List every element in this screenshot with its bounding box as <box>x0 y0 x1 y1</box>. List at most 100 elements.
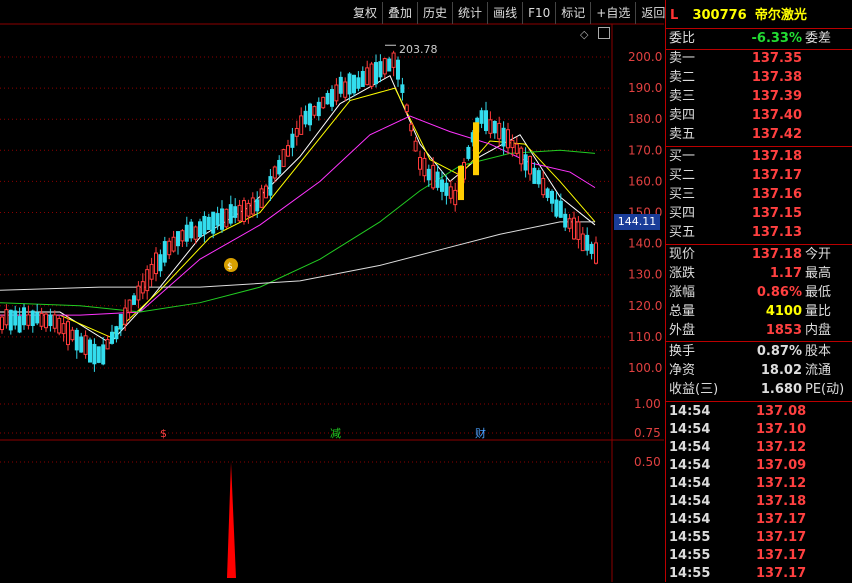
candle-body <box>343 81 348 98</box>
tick-row: 14:55 137.17 <box>666 565 852 583</box>
price-tick-label: 100.0 <box>628 361 662 375</box>
add-favorite-button[interactable]: +自选 <box>590 2 635 24</box>
quote-row: 现价 137.18 今开 <box>669 247 832 262</box>
sub-tick-label: 0.50 <box>634 455 661 469</box>
candle-body <box>528 155 532 175</box>
candle-body <box>171 236 176 252</box>
settings-icon[interactable] <box>598 27 610 39</box>
candle-body <box>246 202 251 217</box>
candle-body <box>435 171 440 188</box>
sell-row: 卖一 137.35 <box>669 51 802 66</box>
candle-body <box>580 233 585 252</box>
candle-body <box>176 231 180 247</box>
candle-body <box>567 218 572 229</box>
candle-body <box>17 316 22 333</box>
candle-body <box>356 77 361 89</box>
statistics-button[interactable]: 统计 <box>452 2 487 24</box>
candle-body <box>140 281 145 294</box>
candle-body <box>268 176 273 196</box>
candle-body <box>48 314 53 327</box>
candle-body <box>215 213 220 226</box>
candle-body <box>39 312 44 327</box>
tick-price: 137.12 <box>756 440 807 455</box>
candle-body <box>585 234 590 251</box>
buy-row: 买一 137.18 <box>669 149 802 164</box>
svg-text:$: $ <box>227 262 233 272</box>
tick-time: 14:55 <box>669 548 711 563</box>
sell-row: 卖三 137.39 <box>669 89 802 104</box>
restore-rights-button[interactable]: 复权 <box>348 2 382 24</box>
tick-row: 14:54 137.10 <box>666 421 852 439</box>
diamond-icon[interactable]: ◇ <box>580 28 588 41</box>
money-bag-icon[interactable]: $ <box>224 258 238 272</box>
candle-body <box>431 164 436 189</box>
candle-body <box>589 243 594 254</box>
tick-time: 14:54 <box>669 476 711 491</box>
candle-body <box>211 211 216 234</box>
candle-body <box>228 204 233 224</box>
candle-body <box>4 309 9 326</box>
kline-chart[interactable]: 200.0190.0180.0170.0160.0150.0140.0130.0… <box>0 0 664 582</box>
history-button[interactable]: 历史 <box>417 2 452 24</box>
candle-body <box>123 307 128 325</box>
candle-body <box>158 254 163 272</box>
candle-body <box>550 190 554 204</box>
candle-body <box>0 316 4 331</box>
candle-body <box>224 208 229 228</box>
candle-body <box>299 115 304 135</box>
sub-tick-label: 0.75 <box>634 426 661 440</box>
fund-row: 收益(三) 1.680 PE(动) <box>669 382 845 397</box>
candle-body <box>233 206 238 218</box>
candle-body <box>479 110 484 124</box>
buy-row: 买五 137.13 <box>669 225 802 240</box>
price-tick-label: 160.0 <box>628 174 662 188</box>
tick-price: 137.17 <box>756 566 807 581</box>
current-price-tag: 144.11 <box>614 214 660 230</box>
quote-row: 涨幅 0.86% 最低 <box>669 285 832 300</box>
candle-body <box>391 52 396 68</box>
candle-body <box>347 73 352 95</box>
tick-time: 14:54 <box>669 512 711 527</box>
candle-body <box>484 110 488 131</box>
f10-button[interactable]: F10 <box>522 2 555 24</box>
high-price-label: 203.78 <box>399 43 438 56</box>
candle-body <box>61 323 66 335</box>
candle-body <box>255 199 260 212</box>
weicha-label: 委差 <box>805 31 832 46</box>
tick-time: 14:55 <box>669 530 711 545</box>
draw-line-button[interactable]: 画线 <box>487 2 522 24</box>
candle-body <box>576 221 581 240</box>
price-tick-label: 180.0 <box>628 112 662 126</box>
candle-body <box>303 110 308 125</box>
candlesticks <box>0 44 598 372</box>
candle-body <box>136 285 141 301</box>
tick-price: 137.10 <box>756 422 807 437</box>
tick-row: 14:54 137.08 <box>666 403 852 421</box>
candle-body <box>400 84 405 93</box>
candle-body <box>488 119 493 134</box>
candle-body <box>145 269 150 292</box>
candle-body <box>250 197 255 215</box>
candle-body <box>114 326 119 340</box>
candle-body <box>88 339 92 363</box>
stock-name: 帝尔激光 <box>754 8 807 23</box>
candle-body <box>26 314 31 326</box>
candle-body <box>30 310 35 327</box>
candle-body <box>558 200 563 218</box>
candle-body <box>312 106 317 116</box>
candle-body <box>554 199 559 217</box>
sell-row: 卖二 137.38 <box>669 70 802 85</box>
candle-body <box>497 122 502 140</box>
candle-body <box>545 188 550 198</box>
candle-body <box>202 215 207 235</box>
event-marker: 减 <box>330 427 341 440</box>
mark-button[interactable]: 标记 <box>555 2 590 24</box>
candle-body <box>277 159 282 175</box>
candle-body <box>321 96 326 109</box>
price-tick-label: 170.0 <box>628 143 662 157</box>
signal-spike <box>227 462 236 578</box>
candle-body <box>74 329 79 351</box>
overlay-button[interactable]: 叠加 <box>382 2 417 24</box>
tick-row: 14:54 137.18 <box>666 493 852 511</box>
candle-body <box>167 240 172 256</box>
